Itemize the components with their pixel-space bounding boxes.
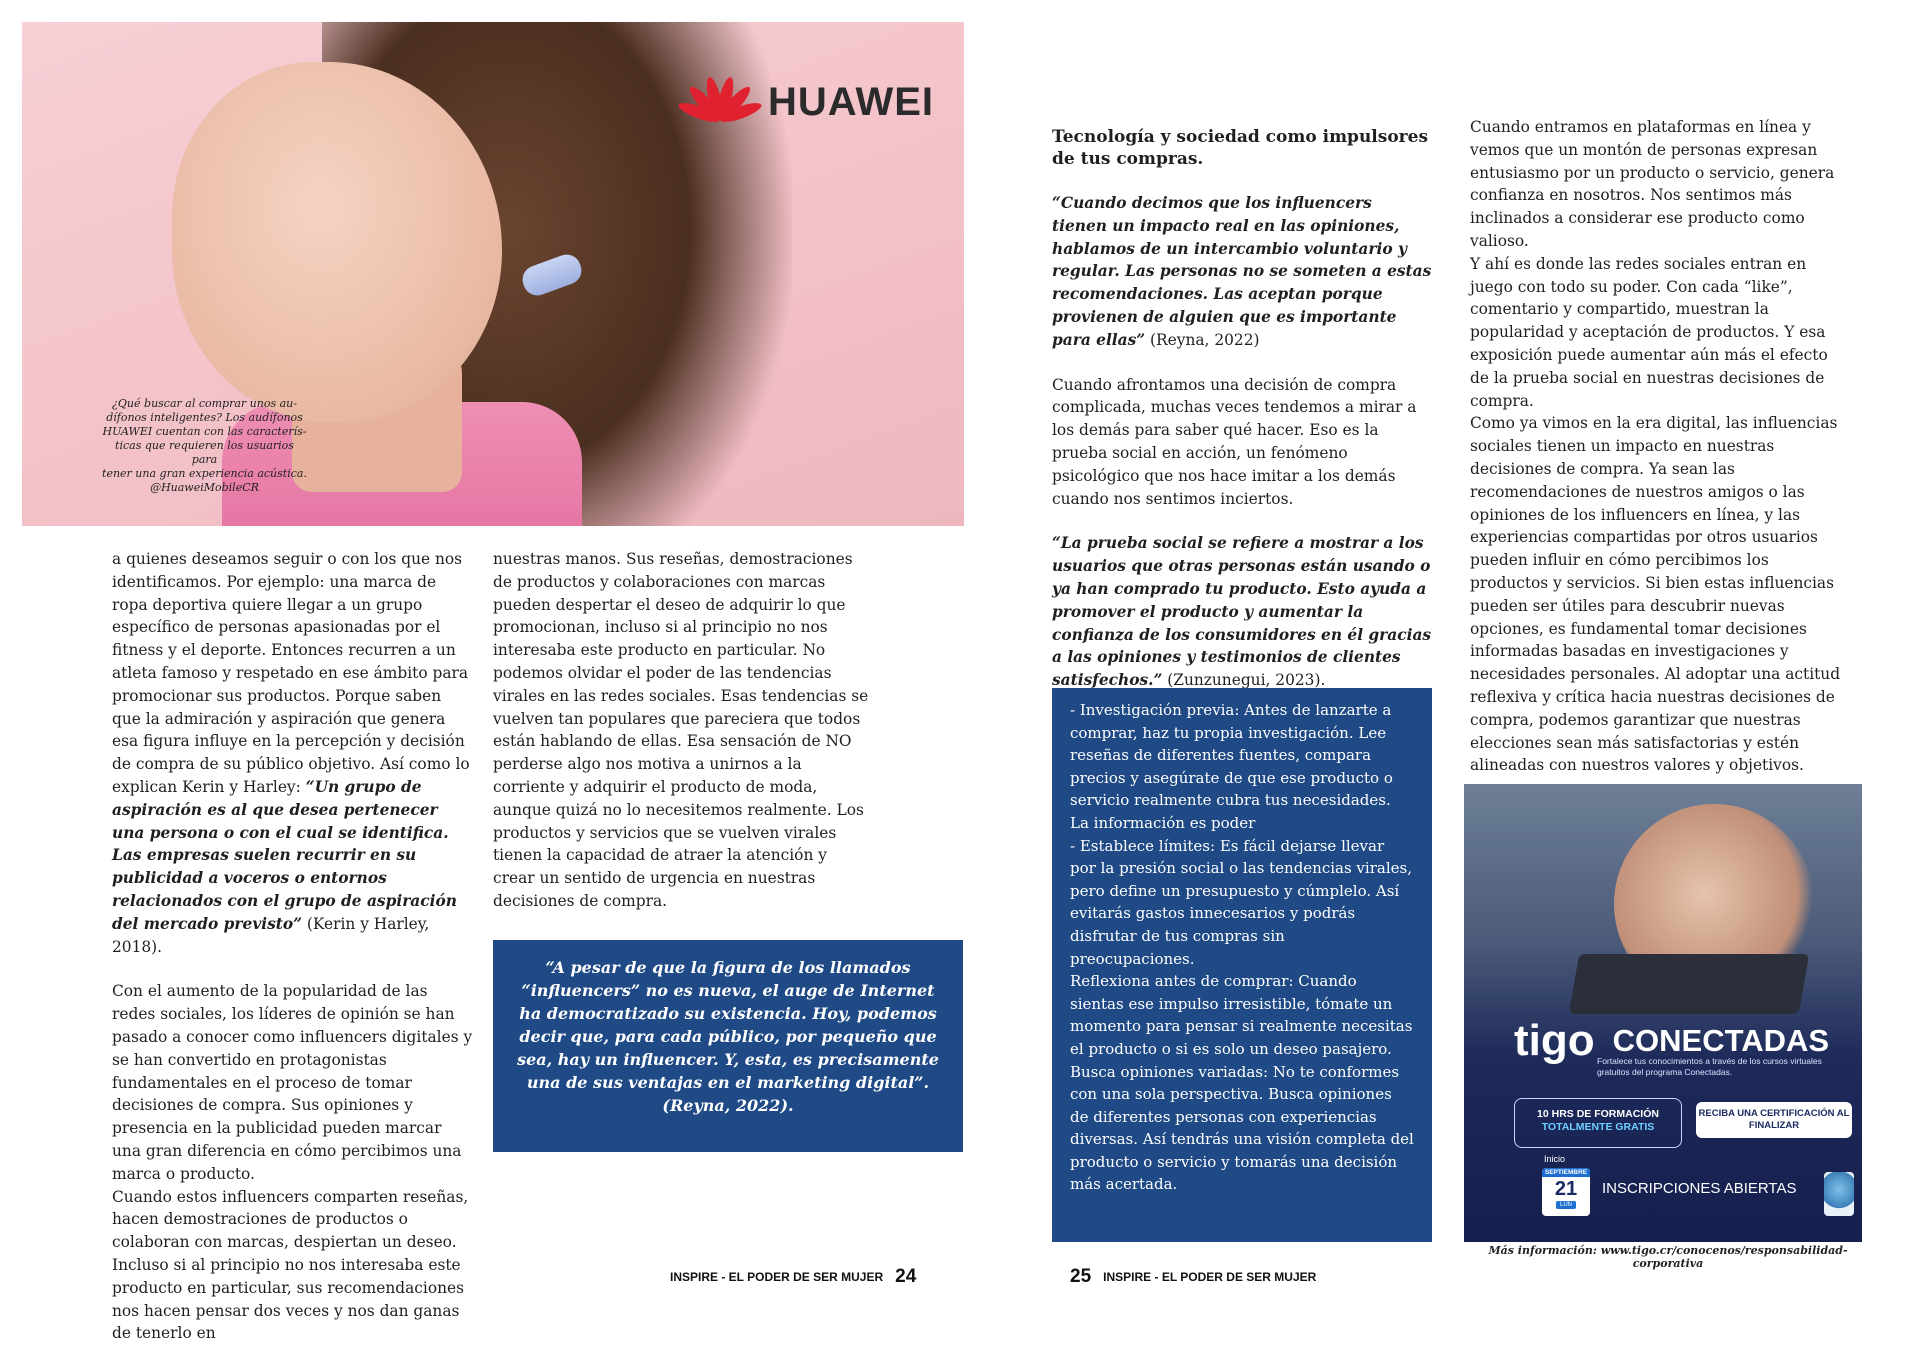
enrollment-text: INSCRIPCIONES ABIERTAS: [1602, 1180, 1797, 1197]
calendar-month: SEPTIEMBRE: [1542, 1168, 1590, 1177]
page-number: 25: [1070, 1266, 1092, 1287]
page-number: 24: [895, 1266, 917, 1287]
huawei-wordmark: HUAWEI: [768, 79, 934, 124]
certificate-badge: RECIBA UNA CERTIFICACIÓN AL FINALIZAR: [1696, 1102, 1852, 1138]
free-line: TOTALMENTE GRATIS: [1541, 1121, 1655, 1133]
quote-paragraph: “La prueba social se refiere a mostrar a…: [1052, 532, 1432, 692]
calendar-weekday: LUN: [1556, 1201, 1576, 1209]
body-paragraph: Como ya vimos en la era digital, las inf…: [1470, 414, 1841, 775]
ad-credit: Más información: www.tigo.cr/conocenos/r…: [1488, 1244, 1848, 1270]
footer-title: INSPIRE - EL PODER DE SER MUJER: [670, 1270, 884, 1284]
hero-caption: ¿Qué buscar al comprar unos au- dífonos …: [102, 397, 307, 495]
caption-line: tener una gran experiencia acústica.: [102, 467, 307, 480]
tips-box: - Investigación previa: Antes de lanzart…: [1052, 688, 1432, 1242]
citation: (Zunzunegui, 2023).: [1162, 671, 1326, 690]
huawei-logo: HUAWEI: [676, 72, 934, 132]
right-page: Tecnología y sociedad como impulsores de…: [960, 0, 1920, 1371]
left-column-1: a quienes deseamos seguir o con los que …: [112, 548, 474, 1345]
right-column-2: Cuando entramos en plataformas en línea …: [1470, 116, 1842, 777]
quote-paragraph: “Cuando decimos que los influencers tien…: [1052, 192, 1432, 352]
conectadas-title: CONECTADAS: [1612, 1023, 1830, 1058]
tigo-logo: tigo: [1514, 1016, 1595, 1065]
start-label: Inicio: [1544, 1154, 1566, 1164]
body-paragraph: Con el aumento de la popularidad de las …: [112, 982, 473, 1183]
caption-credit: @HuaweiMobileCR: [150, 481, 259, 494]
tigo-conectadas-ad: tigo CONECTADAS Fortalece tus conocimien…: [1464, 784, 1862, 1242]
caption-line: dífonos inteligentes? Los audífonos: [106, 411, 303, 424]
body-text: a quienes deseamos seguir o con los que …: [112, 550, 470, 796]
tip-item: Busca opiniones variadas: No te conforme…: [1070, 1062, 1414, 1194]
left-page: HUAWEI ¿Qué buscar al comprar unos au- d…: [0, 0, 964, 1371]
body-paragraph: nuestras manos. Sus reseñas, demostracio…: [493, 550, 869, 910]
ad-subtitle: Fortalece tus conocimientos a través de …: [1597, 1056, 1822, 1077]
tip-item: - Investigación previa: Antes de lanzart…: [1070, 701, 1393, 832]
seal-icon: [1824, 1172, 1854, 1216]
caption-line: ticas que requieren los usuarios para: [115, 439, 294, 466]
footer-title: INSPIRE - EL PODER DE SER MUJER: [1103, 1270, 1317, 1284]
section-heading: Tecnología y sociedad como impulsores de…: [1052, 127, 1429, 169]
calendar-day: 21: [1554, 1178, 1578, 1200]
tip-item: - Establece límites: Es fácil dejarse ll…: [1070, 836, 1412, 968]
pull-quote-inline: “Cuando decimos que los influencers tien…: [1052, 194, 1432, 349]
left-column-2: nuestras manos. Sus reseñas, demostracio…: [493, 548, 873, 913]
quote-box: “A pesar de que la figura de los llamado…: [493, 940, 963, 1152]
right-column-1: Tecnología y sociedad como impulsores de…: [1052, 126, 1432, 692]
tip-item: Reflexiona antes de comprar: Cuando sien…: [1070, 972, 1413, 1058]
page-footer: 25 INSPIRE - EL PODER DE SER MUJER: [1070, 1266, 1316, 1288]
body-paragraph: Cuando entramos en plataformas en línea …: [1470, 118, 1835, 250]
calendar-icon: SEPTIEMBRE 21 LUN: [1542, 1168, 1590, 1216]
laptop-icon: [1568, 954, 1810, 1014]
caption-line: HUAWEI cuentan con las caracterís-: [102, 425, 307, 438]
caption-line: ¿Qué buscar al comprar unos au-: [112, 397, 297, 410]
body-paragraph: Cuando estos influencers comparten reseñ…: [112, 1187, 469, 1343]
hours-line: 10 HRS DE FORMACIÓN: [1537, 1108, 1659, 1120]
body-paragraph: Y ahí es donde las redes sociales entran…: [1470, 254, 1828, 410]
citation: (Reyna, 2022): [1145, 330, 1260, 349]
pull-quote-inline: “Un grupo de aspiración es al que desea …: [112, 777, 457, 933]
hours-badge: 10 HRS DE FORMACIÓN TOTALMENTE GRATIS: [1514, 1098, 1682, 1148]
page-footer: INSPIRE - EL PODER DE SER MUJER 24: [670, 1266, 916, 1288]
pull-quote-inline: “La prueba social se refiere a mostrar a…: [1052, 534, 1432, 690]
body-paragraph: a quienes deseamos seguir o con los que …: [112, 548, 474, 958]
hero-image: HUAWEI ¿Qué buscar al comprar unos au- d…: [22, 22, 964, 526]
huawei-flower-icon: [676, 72, 764, 132]
body-paragraph: Cuando afrontamos una decisión de compra…: [1052, 375, 1417, 508]
